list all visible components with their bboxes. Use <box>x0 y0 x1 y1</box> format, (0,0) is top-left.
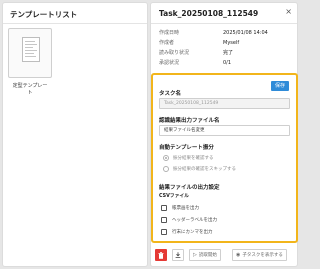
meta-key: 読み取り状況 <box>159 50 190 56</box>
task-actions: ▷ 読取開始 ◉ 子タスクを表示する <box>155 249 295 261</box>
play-icon: ▷ <box>193 252 197 258</box>
task-name-label: タスク名 <box>159 91 182 97</box>
task-detail-panel: Task_20250108_112549 × 作成日時 2025/01/08 1… <box>150 2 298 267</box>
task-meta: 作成日時 2025/01/08 14:04 作成者 Myself 読み取り状況 … <box>159 28 293 68</box>
close-icon[interactable]: × <box>285 7 292 17</box>
meta-key: 作成日時 <box>159 30 180 36</box>
download-icon <box>175 252 181 258</box>
checkbox-icon[interactable] <box>161 205 167 211</box>
checkbox-label: 行末にカンマを出力 <box>172 230 213 235</box>
radio-label: 振分結果を確認する <box>173 156 214 161</box>
divider <box>3 23 147 24</box>
eye-icon: ◉ <box>236 252 241 258</box>
output-filename-label: 認識結果出力ファイル名 <box>159 118 220 124</box>
meta-value: 0/1 <box>223 60 232 66</box>
output-settings-label: 結果ファイルの出力設定 <box>159 185 220 191</box>
template-card-label: 定型テンプレー ト <box>8 83 52 97</box>
delete-button[interactable] <box>155 249 167 261</box>
checkbox-output-header[interactable]: ヘッダーラベルを出力 <box>161 216 217 224</box>
radio-confirm-sort[interactable]: 振分結果を確認する <box>163 154 214 162</box>
checkbox-icon[interactable] <box>161 229 167 235</box>
meta-row: 承認状況 0/1 <box>159 58 293 68</box>
meta-value: Myself <box>223 40 240 46</box>
checkbox-label: ヘッダーラベルを出力 <box>172 218 217 223</box>
checkbox-trailing-comma[interactable]: 行末にカンマを出力 <box>161 228 213 236</box>
radio-skip-sort[interactable]: 振分結果の確認をスキップする <box>163 165 236 173</box>
save-button[interactable]: 保存 <box>271 81 289 91</box>
meta-row: 読み取り状況 完了 <box>159 48 293 58</box>
app-frame: テンプレートリスト 定型テンプレー ト Task_20250108_112549… <box>0 0 300 269</box>
meta-row: 作成日時 2025/01/08 14:04 <box>159 28 293 38</box>
template-list-title: テンプレートリスト <box>10 10 78 19</box>
auto-sort-label: 自動テンプレート振分 <box>159 145 214 151</box>
meta-value: 2025/01/08 14:04 <box>223 30 268 36</box>
divider <box>151 23 297 24</box>
csv-file-label: CSVファイル <box>159 194 189 199</box>
radio-selected-icon[interactable] <box>163 155 169 161</box>
read-start-button[interactable]: ▷ 読取開始 <box>189 249 221 261</box>
task-name-field: Task_20250108_112549 <box>159 98 290 109</box>
radio-label: 振分結果の確認をスキップする <box>173 167 236 172</box>
task-edit-section: 保存 タスク名 Task_20250108_112549 認識結果出力ファイル名… <box>151 73 298 243</box>
checkbox-icon[interactable] <box>161 217 167 223</box>
meta-row: 作成者 Myself <box>159 38 293 48</box>
template-list-panel: テンプレートリスト 定型テンプレー ト <box>2 2 148 267</box>
meta-key: 承認状況 <box>159 60 180 66</box>
checkbox-output-form-image[interactable]: 帳票画を出力 <box>161 204 199 212</box>
trash-icon <box>158 251 164 259</box>
output-filename-input[interactable]: 結果ファイル名変更 <box>159 125 290 136</box>
template-card[interactable]: 定型テンプレー ト <box>8 28 52 112</box>
template-thumbnail[interactable] <box>8 28 52 78</box>
task-title: Task_20250108_112549 <box>159 9 259 18</box>
meta-key: 作成者 <box>159 40 175 46</box>
checkbox-label: 帳票画を出力 <box>172 206 199 211</box>
download-button[interactable] <box>172 249 184 261</box>
radio-unselected-icon[interactable] <box>163 166 169 172</box>
meta-value: 完了 <box>223 50 234 56</box>
show-subtasks-button[interactable]: ◉ 子タスクを表示する <box>232 249 287 261</box>
read-start-label: 読取開始 <box>198 253 217 258</box>
document-thumbnail-icon <box>22 37 40 62</box>
template-card-label-text: 定型テンプレー ト <box>12 83 48 96</box>
show-subtasks-label: 子タスクを表示する <box>242 253 283 258</box>
